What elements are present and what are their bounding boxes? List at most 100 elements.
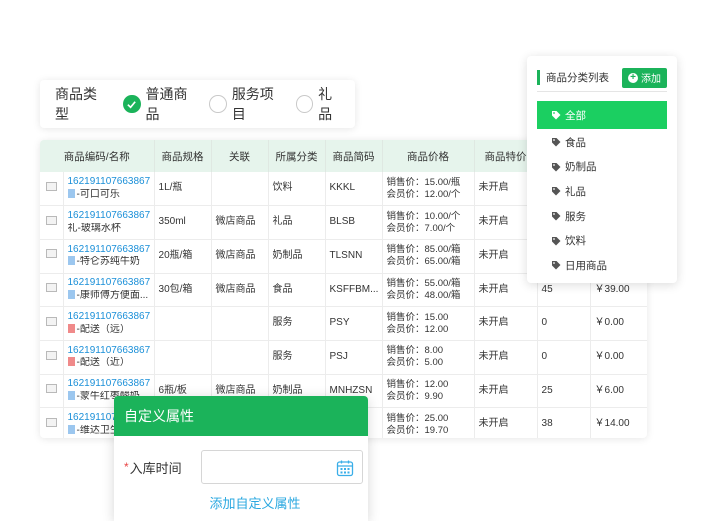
product-type-tag-icon [67,323,75,333]
special-price-status: 未开启 [474,340,538,375]
product-type-tag-icon [67,256,75,266]
row-checkbox[interactable] [45,384,57,394]
category-item[interactable]: 日用商品 [537,253,667,278]
sale-price: 销售价：15.00 [386,311,449,323]
add-custom-attribute-link[interactable]: 添加自定义属性 [114,493,368,512]
title-accent-bar [537,70,540,85]
tag-icon [552,236,561,246]
member-price: 会员价：12.00/个 [386,188,461,200]
member-price: 会员价：19.70 [386,424,449,436]
dialog-header: 自定义属性 [114,396,368,436]
product-spec: 30包/箱 [154,273,212,308]
category-item-label: 日用商品 [565,259,607,272]
product-category: 奶制品 [268,239,326,274]
product-type-tag-icon [67,188,75,198]
amount-value: ￥0.00 [590,306,647,341]
sale-price: 销售价：15.00/瓶 [386,176,461,188]
radio-service-item[interactable]: 服务项目 [209,84,285,124]
special-price-status: 未开启 [474,407,538,438]
tag-icon [552,138,561,147]
row-checkbox[interactable] [45,249,57,259]
category-item[interactable]: 奶制品 [537,155,667,180]
radio-label: 服务项目 [231,86,274,122]
product-type-tag-icon [67,424,75,434]
product-short-code: KSFFBM... [325,273,383,308]
category-item[interactable]: 食品 [537,130,667,155]
header-spec: 商品规格 [154,140,212,172]
checked-radio-icon [123,95,141,113]
product-link: 微店商品 [211,239,269,274]
category-item[interactable]: 全部 [537,101,667,129]
radio-label: 普通商品 [145,86,188,122]
product-code[interactable]: 162191107663867 [68,277,151,290]
product-short-code: PSY [325,306,383,341]
header-link: 关联 [211,140,269,172]
product-spec: 20瓶/箱 [154,239,212,274]
dialog-title: 自定义属性 [124,408,194,424]
category-item-label: 饮料 [565,235,586,248]
product-link [211,340,269,375]
stock-time-label: 入库时间 [129,460,182,476]
product-spec: 1L/瓶 [154,172,212,207]
sale-price: 销售价：8.00 [386,345,444,357]
stock-time-field: * 入库时间 [124,450,364,484]
category-item[interactable]: 礼品 [537,179,667,204]
radio-regular-product[interactable]: 普通商品 [123,84,199,124]
row-checkbox[interactable] [45,350,57,360]
row-checkbox[interactable] [45,181,57,191]
row-checkbox[interactable] [45,215,57,225]
product-name: -可口可乐 [76,188,120,200]
product-link [211,306,269,341]
product-link [211,172,269,207]
category-item[interactable]: 服务 [537,204,667,229]
sale-price: 销售价：85.00/箱 [386,244,461,256]
stock-time-date-input[interactable] [201,450,363,484]
product-short-code: BLSB [325,205,383,240]
calendar-icon[interactable] [336,459,354,477]
product-type-card: 商品类型 普通商品 服务项目 礼品 [40,80,355,128]
category-item[interactable]: 饮料 [537,228,667,253]
product-code[interactable]: 162191107663867 [68,345,151,358]
amount-value: ￥6.00 [590,374,647,409]
product-spec: 350ml [154,205,212,240]
category-panel-header: 商品分类列表 + 添加 [537,64,667,92]
tag-icon [552,162,561,172]
product-category: 食品 [268,273,326,308]
add-category-button[interactable]: + 添加 [622,67,667,88]
product-code[interactable]: 162191107663867 [68,244,151,257]
product-name: -配送（远） [76,323,130,335]
member-price: 会员价：9.90 [386,390,444,402]
radio-gift[interactable]: 礼品 [295,84,345,124]
category-item-label: 奶制品 [565,161,597,174]
product-link: 微店商品 [211,273,269,308]
stock-count: 0 [537,306,591,341]
member-price: 会员价：7.00/个 [386,222,456,234]
tag-icon [552,187,561,196]
row-checkbox[interactable] [45,316,57,326]
product-name: 礼-玻璃水杯 [67,222,121,234]
product-spec [154,306,212,341]
row-checkbox[interactable] [45,283,57,293]
product-category: 服务 [268,340,326,375]
product-code[interactable]: 162191107663867 [68,378,151,391]
stock-count: 25 [537,374,591,409]
product-code[interactable]: 162191107663867 [68,210,151,223]
amount-value: ￥14.00 [590,407,647,438]
header-price: 商品价格 [382,140,475,172]
table-row[interactable]: 162191107663867 -配送（近） 服务 PSJ 销售价：8.00 会员价：5.… [40,340,647,375]
tag-icon [552,212,561,221]
member-price: 会员价：65.00/箱 [386,256,461,268]
plus-icon: + [628,72,638,83]
product-short-code: KKKL [325,172,383,207]
product-code[interactable]: 162191107663867 [68,311,151,324]
product-code[interactable]: 16219110766386​7 [68,176,151,189]
category-item-label: 礼品 [565,185,586,198]
table-row[interactable]: 162191107663867 -配送（远） 服务 PSY 销售价：15.00 会员价：1… [40,306,647,341]
radio-circle-icon [209,95,227,113]
tag-icon [552,261,561,270]
product-category: 礼品 [268,205,326,240]
custom-attribute-dialog: 自定义属性 * 入库时间 添加自定义属性 [114,396,368,521]
product-link: 微店商品 [211,205,269,240]
row-checkbox[interactable] [45,417,57,427]
required-mark: * [124,460,129,474]
